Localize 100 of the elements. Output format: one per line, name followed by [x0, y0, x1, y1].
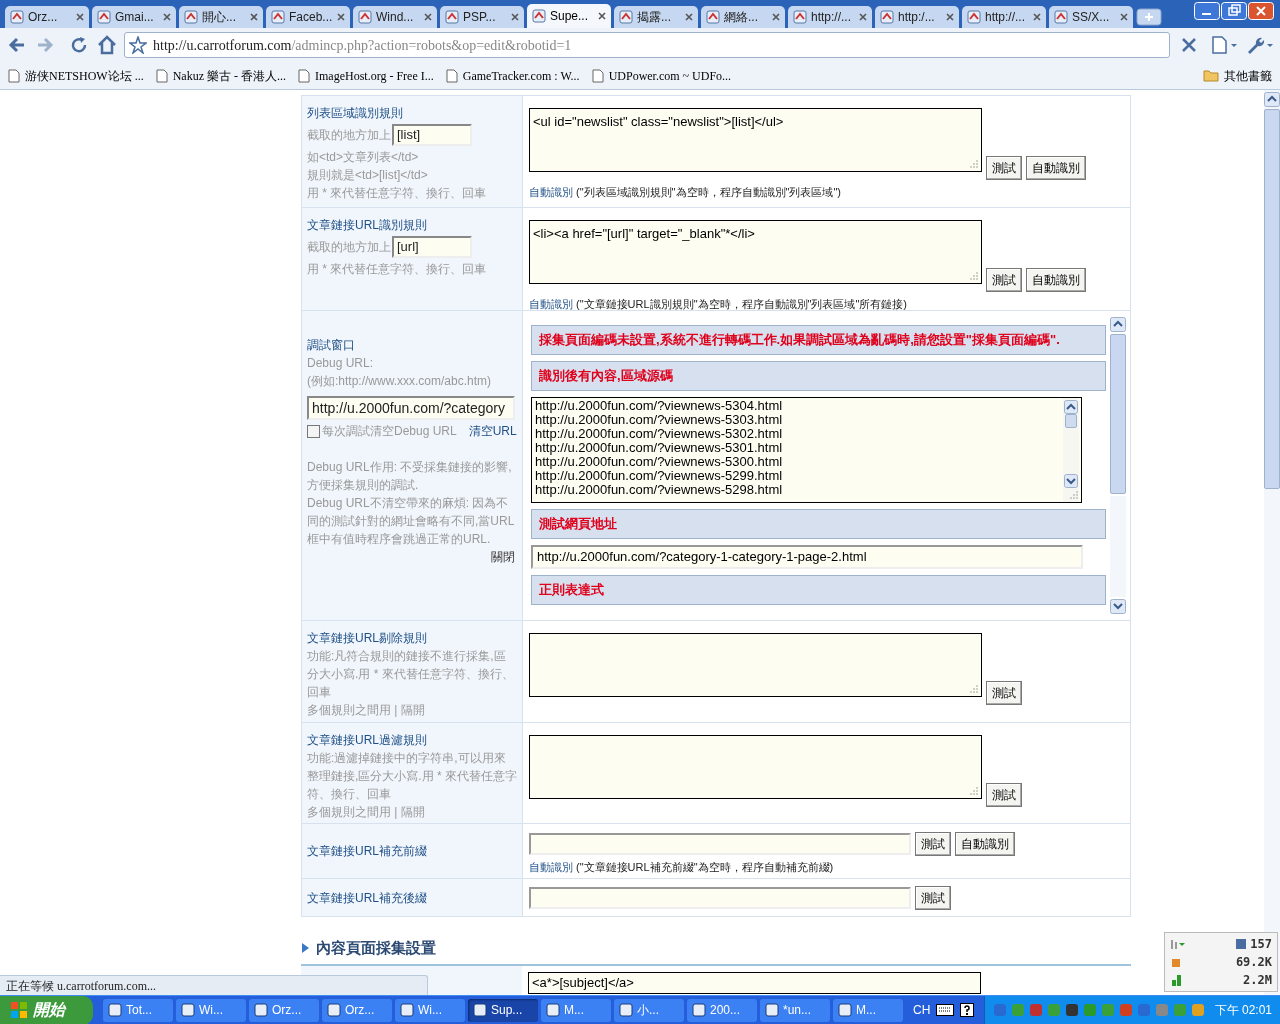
page-menu-icon[interactable]: [1210, 35, 1238, 55]
action-button[interactable]: 測試: [915, 886, 951, 910]
capture-field[interactable]: [url]: [392, 236, 472, 258]
minimize-icon[interactable]: [1194, 2, 1220, 20]
scroll-thumb[interactable]: [1110, 334, 1126, 494]
taskbar-button[interactable]: 小...: [614, 998, 684, 1022]
star-icon[interactable]: [129, 36, 147, 54]
source-line: http://u.2000fun.com/?viewnews-5299.html: [535, 469, 784, 483]
rule-title: 文章鏈接URL剔除規則: [307, 630, 428, 647]
taskbar-button[interactable]: *un...: [760, 998, 830, 1022]
clear-url-link[interactable]: 清空URL: [468, 422, 517, 440]
close-icon[interactable]: [685, 13, 693, 21]
rule-textarea[interactable]: <ul id="newslist" class="newslist">[list]</ul>: [529, 108, 982, 172]
debug-url-field[interactable]: http://u.2000fun.com/?category: [307, 396, 515, 420]
rule-textarea[interactable]: <a*>[subject]</a>: [528, 972, 981, 994]
text-field[interactable]: [529, 887, 911, 909]
address-bar[interactable]: http://u.carrotforum.com/admincp.php?action=robots&op=edit&robotid=1: [124, 32, 1170, 58]
tab-title: 揭露...: [637, 9, 672, 26]
bookmark-item[interactable]: GameTracker.com : W...: [445, 66, 580, 85]
source-line: http://u.2000fun.com/?viewnews-5301.html: [535, 441, 784, 455]
action-button[interactable]: 測試: [915, 832, 951, 856]
bookmark-item[interactable]: 游侠NETSHOW论坛 ...: [8, 66, 144, 85]
action-button[interactable]: 測試: [986, 268, 1022, 292]
new-tab-icon[interactable]: [1136, 8, 1162, 26]
source-textarea[interactable]: [531, 397, 1082, 503]
browser-tab[interactable]: Faceb...: [266, 6, 350, 28]
restore-icon[interactable]: [1221, 2, 1247, 20]
bookmark-item[interactable]: ImageHost.org - Free I...: [298, 66, 434, 85]
action-button[interactable]: 測試: [986, 156, 1022, 180]
taskbar-button[interactable]: Tot...: [103, 998, 173, 1022]
test-url-field[interactable]: http://u.2000fun.com/?category-1-category-1-page-2.html: [531, 545, 1083, 569]
close-link[interactable]: 關閉: [491, 548, 517, 566]
browser-tab[interactable]: http://...: [788, 6, 872, 28]
text-field[interactable]: [529, 833, 911, 855]
folder-icon: [1203, 69, 1219, 82]
language-indicator[interactable]: CH: [913, 1001, 931, 1019]
auto-detect-link[interactable]: 自動識別: [529, 186, 573, 198]
other-bookmarks[interactable]: 其他書籤: [1203, 66, 1272, 85]
scrollbar[interactable]: [1063, 398, 1079, 502]
bookmark-item[interactable]: UDPower.com ~ UDFo...: [591, 66, 732, 85]
bookmark-item[interactable]: Nakuz 樂古 - 香港人...: [155, 66, 286, 85]
taskbar-button[interactable]: Sup...: [468, 998, 538, 1022]
windows-logo-icon: [10, 1001, 28, 1019]
url-text: http://u.carrotforum.com/admincp.php?action=robots&op=edit&robotid=1: [153, 36, 572, 55]
browser-tab[interactable]: Orz...: [5, 6, 89, 28]
close-icon[interactable]: [337, 13, 345, 21]
app-icon: [108, 1003, 122, 1017]
close-icon[interactable]: [1120, 13, 1128, 21]
action-button[interactable]: 測試: [986, 783, 1022, 807]
tab-title: Wind...: [376, 9, 415, 26]
scrollbar[interactable]: [1110, 317, 1126, 614]
help-icon[interactable]: [960, 1003, 975, 1017]
taskbar-button[interactable]: M...: [833, 998, 903, 1022]
browser-tab[interactable]: Gmai...: [92, 6, 176, 28]
close-icon[interactable]: [511, 13, 519, 21]
browser-tab[interactable]: http:/...: [875, 6, 959, 28]
tray-icon[interactable]: [1064, 1003, 1079, 1017]
close-icon[interactable]: [946, 13, 954, 21]
taskbar-button[interactable]: Orz...: [322, 998, 392, 1022]
rule-textarea[interactable]: [529, 735, 982, 799]
close-icon[interactable]: [598, 12, 606, 20]
panel-heading: 識別後有內容,區域源碼: [531, 361, 1106, 391]
home-icon[interactable]: [96, 34, 118, 56]
browser-tab[interactable]: http://...: [962, 6, 1046, 28]
close-icon[interactable]: [76, 13, 84, 21]
close-icon[interactable]: [424, 13, 432, 21]
action-button[interactable]: 測試: [986, 681, 1022, 705]
auto-detect-link[interactable]: 自動識別: [529, 298, 573, 310]
checkbox[interactable]: [307, 424, 320, 438]
action-button[interactable]: 自動識別: [1026, 156, 1086, 180]
keyboard-icon[interactable]: [936, 1004, 955, 1016]
scroll-thumb[interactable]: [1065, 414, 1077, 428]
rule-textarea[interactable]: [529, 633, 982, 697]
close-icon[interactable]: [1033, 13, 1041, 21]
scroll-thumb[interactable]: [1264, 109, 1280, 489]
start-button[interactable]: 開始: [0, 995, 93, 1024]
stop-icon[interactable]: [1180, 36, 1198, 54]
browser-tab[interactable]: Wind...: [353, 6, 437, 28]
taskbar-button[interactable]: Wi...: [395, 998, 465, 1022]
close-icon[interactable]: [250, 13, 258, 21]
tab-title: Gmai...: [115, 9, 155, 26]
capture-field[interactable]: [list]: [392, 124, 472, 146]
browser-tab[interactable]: 開心...: [179, 6, 263, 28]
rule-textarea[interactable]: <li><a href="[url]" target="_blank"*</li>: [529, 220, 982, 284]
close-icon[interactable]: [772, 13, 780, 21]
browser-tab[interactable]: 揭露...: [614, 6, 698, 28]
rule-title: 調試窗口: [307, 337, 356, 354]
taskbar-button[interactable]: 200...: [687, 998, 757, 1022]
browser-tab[interactable]: SS/X...: [1049, 6, 1133, 28]
auto-detect-link[interactable]: 自動識別: [529, 861, 573, 873]
browser-tab[interactable]: Supe...: [527, 4, 611, 28]
browser-tab[interactable]: PSP...: [440, 6, 524, 28]
taskbar-button[interactable]: M...: [541, 998, 611, 1022]
action-button[interactable]: 自動識別: [1026, 268, 1086, 292]
close-icon[interactable]: [163, 13, 171, 21]
close-icon[interactable]: [859, 13, 867, 21]
taskbar-button[interactable]: Orz...: [249, 998, 319, 1022]
action-button[interactable]: 自動識別: [955, 832, 1015, 856]
browser-tab[interactable]: 網絡...: [701, 6, 785, 28]
taskbar-button[interactable]: Wi...: [176, 998, 246, 1022]
